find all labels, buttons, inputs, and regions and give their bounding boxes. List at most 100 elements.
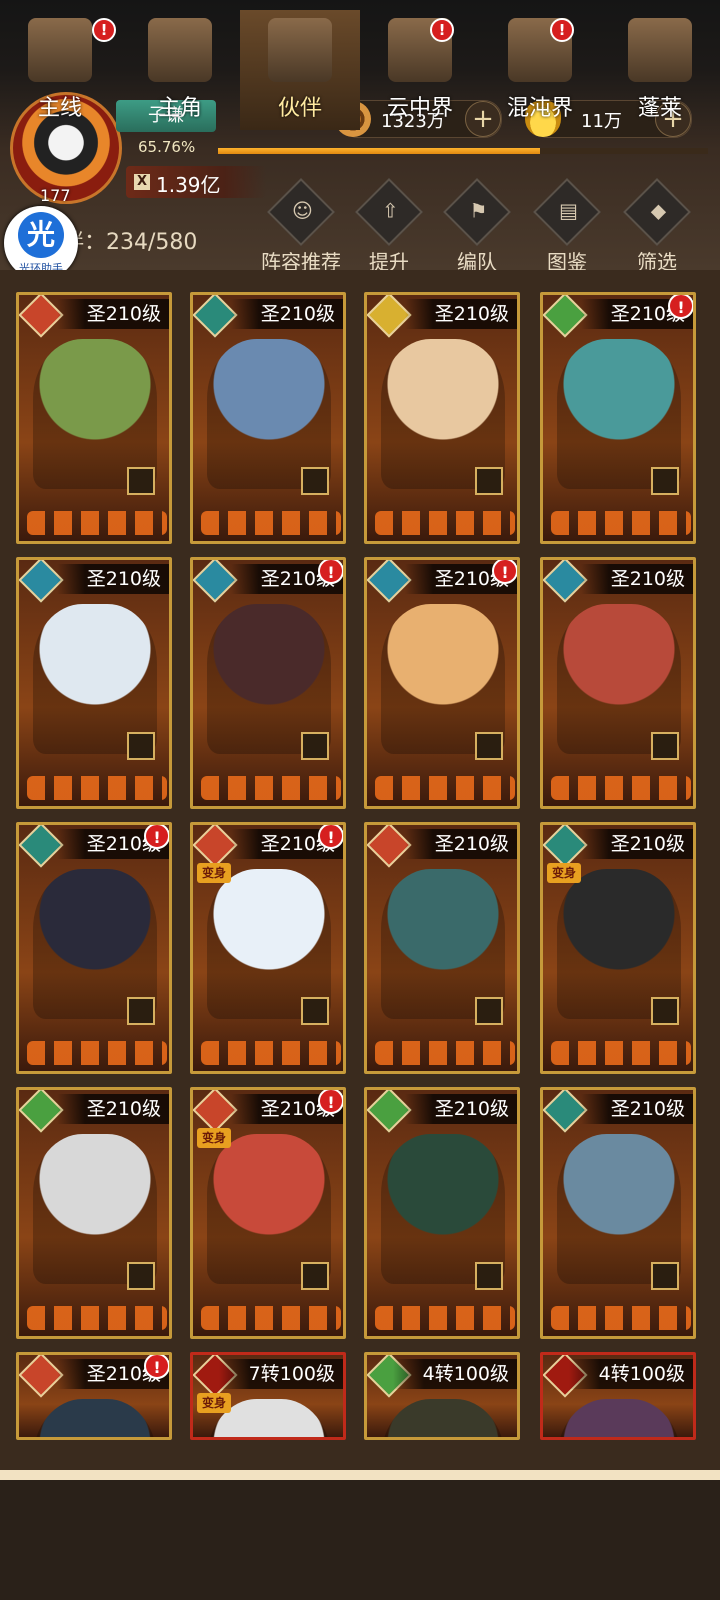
partner-card[interactable]: 圣210级 xyxy=(16,557,172,809)
nav-tab-label: 混沌界 xyxy=(506,96,573,121)
star-flames xyxy=(27,1306,167,1330)
star-flames xyxy=(375,1306,515,1330)
equipment-seal-icon xyxy=(475,467,503,495)
alert-icon: ! xyxy=(492,560,517,584)
nav-tab-label: 伙伴 xyxy=(277,96,322,121)
partner-card[interactable]: 7转100级 变身 xyxy=(190,1352,346,1440)
equipment-seal-icon xyxy=(301,1262,329,1290)
alert-icon: ! xyxy=(318,1090,343,1114)
nav-tab[interactable]: 蓬莱 xyxy=(600,10,720,130)
partner-card[interactable]: 圣210级 xyxy=(540,1087,696,1339)
equipment-seal-icon xyxy=(301,732,329,760)
equipment-seal-icon xyxy=(475,732,503,760)
partner-card[interactable]: 圣210级 变身! xyxy=(190,822,346,1074)
partner-card[interactable]: 圣210级 xyxy=(364,822,520,1074)
star-flames xyxy=(201,511,341,535)
star-flames xyxy=(27,1041,167,1065)
partner-card[interactable]: 圣210级 变身! xyxy=(190,1087,346,1339)
partner-level: 4转100级 xyxy=(568,1359,693,1389)
nav-tab[interactable]: 伙伴 xyxy=(240,10,360,130)
nav-tab-label: 云中界 xyxy=(386,96,453,121)
nav-tab-icon xyxy=(268,18,332,82)
partner-card[interactable]: 圣210级 xyxy=(16,1087,172,1339)
partner-count: 伴：234/580 xyxy=(62,230,198,255)
partner-level: 4转100级 xyxy=(392,1359,517,1389)
action-formation-recommend-button[interactable]: ☺ 阵容推荐 xyxy=(256,178,346,275)
combat-power-value: 1.39亿 xyxy=(156,173,221,197)
equipment-seal-icon xyxy=(301,467,329,495)
alert-icon: ! xyxy=(318,825,343,849)
alert-icon: ! xyxy=(144,825,169,849)
partner-card[interactable]: 圣210级 ! xyxy=(540,292,696,544)
codex-icon: ▤ xyxy=(533,178,601,246)
player-level: 177 xyxy=(40,186,71,205)
partner-card[interactable]: 圣210级 xyxy=(16,292,172,544)
action-filter-button[interactable]: ◆ 筛选 xyxy=(612,178,702,275)
partner-level: 圣210级 xyxy=(404,829,517,859)
nav-tab[interactable]: 主角 xyxy=(120,10,240,130)
transform-badge: 变身 xyxy=(547,863,581,883)
action-codex-button[interactable]: ▤ 图鉴 xyxy=(522,178,612,275)
partner-card[interactable]: 圣210级 ! xyxy=(16,822,172,1074)
character-portrait xyxy=(381,1399,505,1437)
equipment-seal-icon xyxy=(127,997,155,1025)
star-flames xyxy=(375,776,515,800)
formation-recommend-icon: ☺ xyxy=(267,178,335,246)
upgrade-icon: ⇧ xyxy=(355,178,423,246)
nav-tab-icon xyxy=(148,18,212,82)
action-upgrade-button[interactable]: ⇧ 提升 xyxy=(344,178,434,275)
partner-card[interactable]: 4转100级 xyxy=(364,1352,520,1440)
bottom-nav xyxy=(0,1470,720,1600)
partner-level: 圣210级 xyxy=(56,1094,169,1124)
equipment-seal-icon xyxy=(475,997,503,1025)
transform-badge: 变身 xyxy=(197,1128,231,1148)
partner-card[interactable]: 圣210级 xyxy=(364,1087,520,1339)
star-flames xyxy=(201,1306,341,1330)
star-flames xyxy=(27,776,167,800)
star-flames xyxy=(201,776,341,800)
partner-level: 圣210级 xyxy=(56,564,169,594)
nav-tab-label: 主线 xyxy=(37,96,82,121)
equipment-seal-icon xyxy=(301,997,329,1025)
partner-card[interactable]: 圣210级 变身 xyxy=(540,822,696,1074)
filter-icon: ◆ xyxy=(623,178,691,246)
partner-level: 圣210级 xyxy=(56,299,169,329)
partner-card[interactable]: 圣210级 xyxy=(540,557,696,809)
character-portrait xyxy=(33,1399,157,1437)
partner-level: 圣210级 xyxy=(580,829,693,859)
partner-card[interactable]: 4转100级 xyxy=(540,1352,696,1440)
nav-tab-icon xyxy=(28,18,92,82)
alert-icon: ! xyxy=(144,1355,169,1379)
equipment-seal-icon xyxy=(651,732,679,760)
star-flames xyxy=(551,511,691,535)
nav-tab-label: 主角 xyxy=(157,96,202,121)
team-formation-icon: ⚑ xyxy=(443,178,511,246)
star-flames xyxy=(375,511,515,535)
equipment-seal-icon xyxy=(127,1262,155,1290)
halo-helper-overlay[interactable]: 光 光环助手 xyxy=(4,206,78,280)
action-team-formation-button[interactable]: ⚑ 编队 xyxy=(432,178,522,275)
partner-card[interactable]: 圣210级 ! xyxy=(364,557,520,809)
exp-bar-fill xyxy=(218,148,541,154)
star-flames xyxy=(201,1041,341,1065)
star-flames xyxy=(27,511,167,535)
character-portrait xyxy=(557,1399,681,1437)
partner-level: 圣210级 xyxy=(580,1094,693,1124)
partner-level: 圣210级 xyxy=(404,1094,517,1124)
star-flames xyxy=(551,1306,691,1330)
partner-card[interactable]: 圣210级 ! xyxy=(190,557,346,809)
equipment-seal-icon xyxy=(651,467,679,495)
equipment-seal-icon xyxy=(651,997,679,1025)
partner-card[interactable]: 圣210级! xyxy=(16,1352,172,1440)
partner-card[interactable]: 圣210级 xyxy=(364,292,520,544)
nav-tab[interactable]: 混沌界! xyxy=(480,10,600,130)
nav-tab-icon xyxy=(628,18,692,82)
star-flames xyxy=(375,1041,515,1065)
partner-level: 圣210级 xyxy=(580,564,693,594)
star-flames xyxy=(551,1041,691,1065)
nav-tab[interactable]: 主线! xyxy=(0,10,120,130)
partner-card[interactable]: 圣210级 xyxy=(190,292,346,544)
nav-tab[interactable]: 云中界! xyxy=(360,10,480,130)
transform-badge: 变身 xyxy=(197,863,231,883)
combat-power: X 1.39亿 xyxy=(126,166,266,198)
